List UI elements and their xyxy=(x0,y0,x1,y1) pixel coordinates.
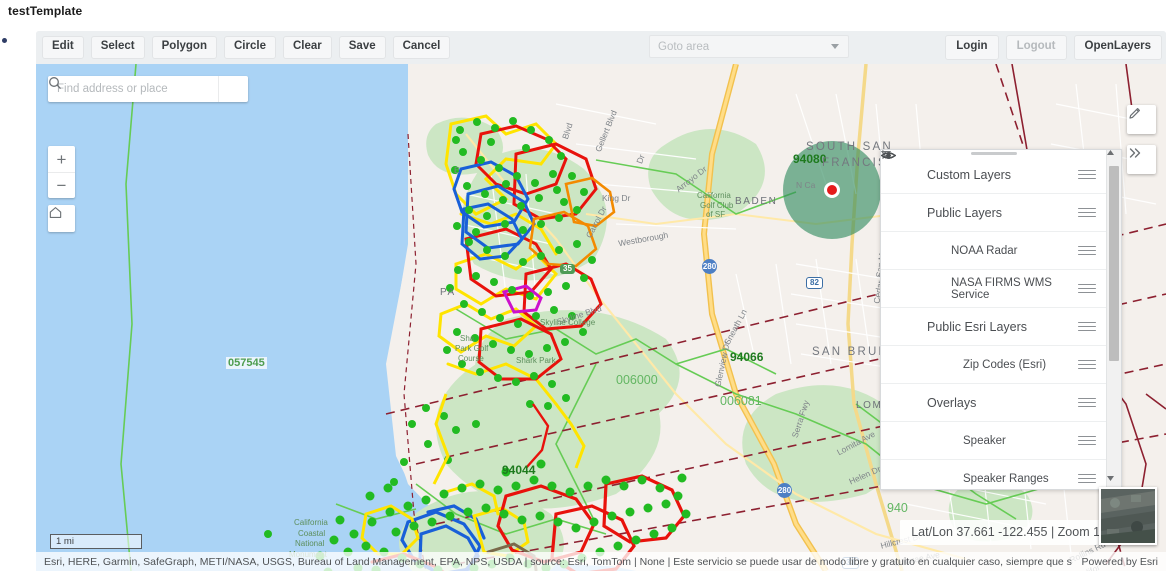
layer-label: Public Layers xyxy=(927,205,1003,220)
page-title: testTemplate xyxy=(8,4,83,18)
caret-down-icon xyxy=(1107,476,1114,481)
scrollbar-thumb[interactable] xyxy=(1109,166,1119,361)
cancel-button[interactable]: Cancel xyxy=(392,36,451,59)
layer-label: Speaker Ranges xyxy=(963,472,1049,485)
layer-menu-button[interactable] xyxy=(1078,359,1096,370)
map-canvas[interactable]: 94080 94066 94044 006000 006081 940 057545 SOUT… xyxy=(36,64,1166,571)
attribution-bar: Esri, HERE, Garmin, SafeGraph, METI/NASA… xyxy=(36,552,1166,571)
layers-list: Custom Layers Public Layers NOAA Radar NASA… xyxy=(881,150,1106,489)
left-marker-dot xyxy=(2,38,7,43)
caret-up-icon xyxy=(1107,150,1114,155)
app-root: testTemplate Edit Select Polygon Circle Clea… xyxy=(0,0,1166,571)
toolbar: Edit Select Polygon Circle Clear Save Cancel G… xyxy=(36,31,1166,64)
attribution-sources: Esri, HERE, Garmin, SafeGraph, METI/NASA… xyxy=(44,555,1072,568)
layer-label: Zip Codes (Esri) xyxy=(963,358,1047,371)
layer-row[interactable]: Public Esri Layers xyxy=(881,151,1106,346)
search-button[interactable] xyxy=(49,76,248,102)
toolbar-right-group: Login Logout OpenLayers xyxy=(945,35,1162,60)
speaker-marker[interactable] xyxy=(824,182,840,198)
layer-menu-button[interactable] xyxy=(1078,435,1096,446)
layer-label: Custom Layers xyxy=(927,167,1012,182)
layer-menu-button[interactable] xyxy=(1078,473,1096,484)
panel-drag-handle[interactable] xyxy=(970,152,1017,155)
save-button[interactable]: Save xyxy=(338,36,386,59)
layer-menu-button[interactable] xyxy=(1078,397,1096,408)
goto-area-dropdown[interactable]: Goto area xyxy=(649,35,849,58)
layer-menu-button[interactable] xyxy=(1078,207,1096,218)
layer-menu-button[interactable] xyxy=(1078,169,1096,180)
layer-menu-button[interactable] xyxy=(1078,321,1096,332)
layer-label: Speaker xyxy=(963,434,1006,447)
search-icon xyxy=(49,77,62,90)
edit-button[interactable]: Edit xyxy=(42,36,84,59)
highway-shield: 280 xyxy=(702,259,717,274)
goto-area-placeholder: Goto area xyxy=(658,40,710,53)
layers-scrollbar[interactable] xyxy=(1106,150,1121,489)
address-search-box[interactable] xyxy=(48,76,248,102)
layer-row[interactable]: Overlays xyxy=(881,151,1106,422)
polygon-button[interactable]: Polygon xyxy=(151,36,217,59)
eye-icon xyxy=(881,152,896,159)
layer-label: Overlays xyxy=(927,395,977,410)
layer-row[interactable]: Speaker Ranges xyxy=(881,152,1106,489)
layer-row[interactable]: NOAA Radar xyxy=(881,150,1106,270)
layer-row[interactable]: Public Layers xyxy=(881,151,1106,232)
layer-row[interactable]: NASA FIRMS WMS Service xyxy=(881,150,1106,308)
logout-button[interactable]: Logout xyxy=(1005,35,1067,60)
pencil-icon xyxy=(1129,108,1140,119)
circle-button[interactable]: Circle xyxy=(224,36,276,59)
layer-menu-button[interactable] xyxy=(1078,245,1096,256)
select-button[interactable]: Select xyxy=(90,36,145,59)
login-button[interactable]: Login xyxy=(945,35,999,60)
highway-shield: 35 xyxy=(560,264,575,274)
map-application: Edit Select Polygon Circle Clear Save Cancel G… xyxy=(36,31,1166,571)
highway-shield: 82 xyxy=(806,277,823,289)
basemap-switcher-thumbnail[interactable] xyxy=(1099,487,1157,545)
layer-label: NOAA Radar xyxy=(951,244,1018,257)
scroll-up-arrow[interactable] xyxy=(1107,150,1121,163)
layer-label: Public Esri Layers xyxy=(927,319,1028,334)
chevron-down-icon xyxy=(831,44,839,49)
zoom-controls: + − xyxy=(48,146,75,198)
zoom-in-button[interactable]: + xyxy=(48,146,75,172)
layers-panel[interactable]: Custom Layers Public Layers NOAA Radar NASA… xyxy=(880,149,1122,490)
clear-button[interactable]: Clear xyxy=(282,36,332,59)
home-icon xyxy=(49,207,62,218)
layer-row[interactable]: Custom Layers xyxy=(881,150,1106,194)
zoom-out-button[interactable]: − xyxy=(48,172,75,198)
layer-menu-button[interactable] xyxy=(1078,283,1096,294)
home-button[interactable] xyxy=(48,205,75,232)
scale-bar: 1 mi xyxy=(50,534,142,549)
draw-edit-button[interactable] xyxy=(1127,105,1156,134)
highway-shield: 280 xyxy=(777,483,792,498)
powered-by-label: Powered by Esri xyxy=(1081,555,1158,568)
satellite-thumbnail-icon xyxy=(1101,489,1155,543)
layer-row[interactable]: Zip Codes (Esri) xyxy=(881,152,1106,384)
panel-expand-button[interactable] xyxy=(1127,145,1156,174)
openlayers-button[interactable]: OpenLayers xyxy=(1073,35,1162,60)
layer-label: NASA FIRMS WMS Service xyxy=(951,276,1052,301)
layer-row[interactable]: Speaker xyxy=(881,152,1106,460)
coordinate-readout: Lat/Lon 37.661 -122.455 | Zoom 12 xyxy=(900,520,1118,545)
double-chevron-right-icon xyxy=(1129,148,1141,158)
search-input[interactable] xyxy=(48,76,218,102)
toolbar-left-group: Edit Select Polygon Circle Clear Save Cancel xyxy=(36,36,451,59)
